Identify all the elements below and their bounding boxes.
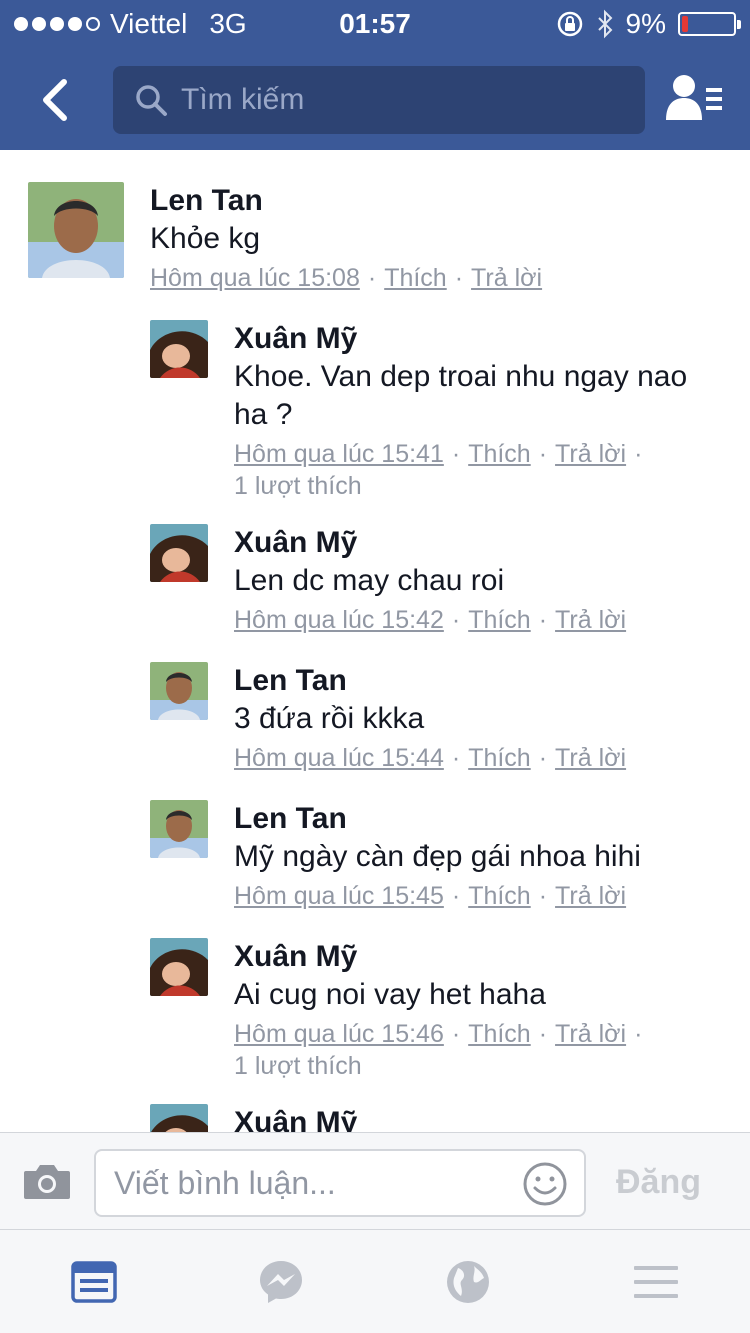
reply-item: Xuân Mỹ Khoe. Van dep troai nhu ngay nao…	[150, 320, 694, 502]
reply-item: Xuân Mỹ	[150, 1104, 357, 1132]
comment-text: Len dc may chau roi	[234, 564, 505, 597]
status-bar: Viettel 3G 01:57 9%	[0, 0, 750, 50]
search-bar[interactable]: Tìm kiếm	[113, 66, 645, 134]
comment-text: Ai cug noi vay het haha	[234, 978, 546, 1011]
top-bar: Viettel 3G 01:57 9% Tìm kiếm	[0, 0, 750, 150]
avatar[interactable]	[150, 320, 208, 378]
reply-link[interactable]: Trả lời	[555, 440, 626, 468]
news-feed-icon	[71, 1261, 117, 1303]
like-link[interactable]: Thích	[468, 882, 531, 910]
reply-link[interactable]: Trả lời	[471, 264, 542, 292]
back-button[interactable]	[30, 72, 80, 128]
comment-author[interactable]: Len Tan	[150, 182, 542, 220]
comment-body: Len Tan Mỹ ngày càn đẹp gái nhoa hihi Hô…	[234, 800, 641, 912]
comment-text: Khoe. Van dep troai nhu ngay nao ha ?	[234, 360, 688, 431]
status-right: 9%	[556, 8, 741, 40]
reply-item: Len Tan 3 đứa rồi kkka Hôm qua lúc 15:44…	[150, 662, 626, 774]
like-link[interactable]: Thích	[468, 606, 531, 634]
reply-link[interactable]: Trả lời	[555, 606, 626, 634]
tab-news-feed[interactable]	[70, 1258, 118, 1306]
comments-thread: Len Tan Khỏe kg Hôm qua lúc 15:08 · Thích ·…	[0, 150, 750, 1132]
post-button[interactable]: Đăng	[616, 1163, 701, 1202]
search-input[interactable]: Tìm kiếm	[181, 83, 304, 117]
emoji-icon	[523, 1162, 567, 1206]
avatar[interactable]	[150, 524, 208, 582]
tab-notifications[interactable]	[444, 1258, 492, 1306]
like-count[interactable]: 1 lượt thích	[234, 1050, 650, 1082]
like-link[interactable]: Thích	[468, 744, 531, 772]
comment-author[interactable]: Len Tan	[234, 800, 641, 838]
tab-menu[interactable]	[632, 1258, 680, 1306]
comment-body: Xuân Mỹ	[234, 1104, 357, 1132]
comment-composer: Viết bình luận... Đăng	[0, 1132, 750, 1230]
comment-timestamp[interactable]: Hôm qua lúc 15:08	[150, 264, 360, 292]
comment-item: Len Tan Khỏe kg Hôm qua lúc 15:08 · Thích ·…	[28, 182, 542, 294]
comment-body: Len Tan Khỏe kg Hôm qua lúc 15:08 · Thích ·…	[150, 182, 542, 294]
comment-body: Len Tan 3 đứa rồi kkka Hôm qua lúc 15:44…	[234, 662, 626, 774]
comment-text: Mỹ ngày càn đẹp gái nhoa hihi	[234, 840, 641, 873]
avatar[interactable]	[150, 662, 208, 720]
comment-meta: Hôm qua lúc 15:46 · Thích · Trả lời ·	[234, 1020, 643, 1048]
comment-meta: Hôm qua lúc 15:42 · Thích · Trả lời	[234, 606, 627, 634]
chevron-left-icon	[43, 79, 67, 121]
comment-text: 3 đứa rồi kkka	[234, 702, 425, 735]
messenger-icon	[260, 1261, 302, 1303]
comment-meta: Hôm qua lúc 15:41 · Thích · Trả lời ·	[234, 440, 643, 468]
search-icon	[131, 80, 171, 120]
comment-author[interactable]: Len Tan	[234, 662, 626, 700]
reply-link[interactable]: Trả lời	[555, 744, 626, 772]
comment-timestamp[interactable]: Hôm qua lúc 15:42	[234, 606, 444, 634]
comment-body: Xuân Mỹ Khoe. Van dep troai nhu ngay nao…	[234, 320, 694, 502]
reply-item: Len Tan Mỹ ngày càn đẹp gái nhoa hihi Hô…	[150, 800, 641, 912]
reply-link[interactable]: Trả lời	[555, 882, 626, 910]
comment-author[interactable]: Xuân Mỹ	[234, 320, 694, 358]
bluetooth-icon	[597, 9, 612, 39]
avatar[interactable]	[28, 182, 124, 278]
friend-requests-icon	[666, 75, 722, 120]
comment-meta: Hôm qua lúc 15:08 · Thích · Trả lời	[150, 264, 543, 292]
tab-messenger[interactable]	[257, 1258, 305, 1306]
like-count[interactable]: 1 lượt thích	[234, 470, 694, 502]
battery-icon	[678, 12, 741, 36]
battery-percent: 9%	[625, 8, 666, 39]
comment-body: Xuân Mỹ Len dc may chau roi Hôm qua lúc …	[234, 524, 626, 636]
comment-meta: Hôm qua lúc 15:45 · Thích · Trả lời	[234, 882, 627, 910]
avatar[interactable]	[150, 800, 208, 858]
avatar[interactable]	[150, 938, 208, 996]
camera-button[interactable]	[22, 1161, 72, 1201]
rotation-lock-icon	[557, 11, 582, 37]
globe-icon	[447, 1261, 489, 1303]
comment-timestamp[interactable]: Hôm qua lúc 15:44	[234, 744, 444, 772]
avatar[interactable]	[150, 1104, 208, 1132]
friend-requests-button[interactable]	[664, 72, 726, 128]
comment-input[interactable]: Viết bình luận...	[94, 1149, 586, 1217]
like-link[interactable]: Thích	[384, 264, 447, 292]
like-link[interactable]: Thích	[468, 1020, 531, 1048]
tab-bar	[0, 1230, 750, 1333]
comment-timestamp[interactable]: Hôm qua lúc 15:41	[234, 440, 444, 468]
emoji-button[interactable]	[522, 1161, 568, 1207]
like-link[interactable]: Thích	[468, 440, 531, 468]
comment-timestamp[interactable]: Hôm qua lúc 15:46	[234, 1020, 444, 1048]
comment-author[interactable]: Xuân Mỹ	[234, 1104, 357, 1132]
comment-input-placeholder: Viết bình luận...	[114, 1164, 336, 1201]
comment-text: Khỏe kg	[150, 222, 261, 255]
reply-link[interactable]: Trả lời	[555, 1020, 626, 1048]
reply-item: Xuân Mỹ Len dc may chau roi Hôm qua lúc …	[150, 524, 626, 636]
reply-item: Xuân Mỹ Ai cug noi vay het haha Hôm qua …	[150, 938, 650, 1082]
camera-icon	[24, 1165, 70, 1199]
comment-author[interactable]: Xuân Mỹ	[234, 524, 626, 562]
menu-icon	[634, 1266, 678, 1298]
comment-timestamp[interactable]: Hôm qua lúc 15:45	[234, 882, 444, 910]
comment-meta: Hôm qua lúc 15:44 · Thích · Trả lời	[234, 744, 627, 772]
comment-author[interactable]: Xuân Mỹ	[234, 938, 650, 976]
comment-body: Xuân Mỹ Ai cug noi vay het haha Hôm qua …	[234, 938, 650, 1082]
